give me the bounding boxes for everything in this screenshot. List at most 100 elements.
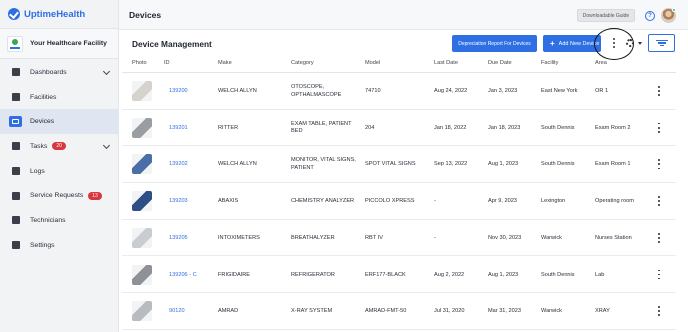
column-header-facility[interactable]: Facility (541, 60, 558, 66)
cell-category: REFRIGERATOR (291, 272, 335, 280)
device-photo[interactable] (132, 191, 152, 212)
column-header-last-date[interactable]: Last Date (434, 60, 458, 66)
device-id-link[interactable]: 90120 (169, 308, 185, 316)
cell-last-date: Jul 31, 2020 (434, 308, 465, 315)
cell-area: Nurses Station (595, 234, 632, 241)
sidebar-item-tasks[interactable]: Tasks 20 (0, 134, 119, 159)
column-header-id[interactable]: ID (164, 60, 170, 66)
sidebar-item-devices[interactable]: Devices (0, 109, 119, 135)
chevron-down-icon[interactable] (102, 67, 111, 76)
cell-category-line: X-RAY SYSTEM (291, 308, 333, 315)
table-row[interactable]: 139205 INTOXIMETERS BREATHALYZER RBT IV - Nov… (122, 220, 676, 257)
row-actions-icon[interactable] (657, 269, 661, 280)
cell-facility: South Dennis (541, 161, 575, 168)
column-settings-icon[interactable] (626, 39, 634, 47)
cell-last-date: Aug 24, 2022 (434, 88, 468, 94)
cell-due-date: Apr 9, 2023 (488, 198, 517, 205)
cell-facility: Warwick (541, 308, 562, 315)
sidebar-item-label: Tasks (30, 142, 48, 150)
device-id-link[interactable]: 139203 (169, 198, 188, 206)
sidebar-item-label: Facilities (30, 93, 57, 101)
help-icon[interactable]: ? (645, 11, 655, 21)
device-photo[interactable] (132, 154, 152, 175)
cell-category-line: BED (291, 128, 303, 135)
depreciation-report-button[interactable]: Depreciation Report For Devices (452, 35, 537, 52)
cell-area: Operating room (595, 198, 634, 205)
column-header-category[interactable]: Category (291, 60, 314, 66)
logs-icon (11, 167, 20, 176)
device-photo[interactable] (132, 81, 152, 101)
tasks-icon (11, 142, 20, 151)
cell-model: PICCOLO XPRESS (365, 198, 415, 205)
row-actions-icon[interactable] (657, 306, 661, 317)
cell-model: SPOT VITAL SIGNS (365, 161, 416, 168)
cell-category-line: OTOSCOPE, (291, 84, 325, 90)
table-row[interactable]: 139200 WELCH ALLYN OTOSCOPE, OPTHALMASCOPE 7… (122, 73, 676, 110)
device-photo[interactable] (132, 117, 152, 138)
cell-make: AMRAD (218, 308, 239, 315)
cell-make: FRIGIDAIRE (218, 271, 251, 278)
cell-category-line: OPTHALMASCOPE (291, 91, 342, 98)
cell-category: CHEMISTRY ANALYZER (291, 198, 354, 206)
device-id-link[interactable]: 139205 (169, 235, 188, 243)
downloadable-guide-button[interactable]: Downloadable Guide (577, 9, 635, 22)
filter-icon (655, 39, 668, 41)
row-actions-icon[interactable] (657, 122, 661, 133)
cell-model: 204 (365, 124, 375, 131)
cell-make: INTOXIMETERS (218, 234, 260, 241)
top-bar: Devices Downloadable Guide ? (119, 0, 688, 30)
uptime-logo-icon (8, 8, 20, 20)
row-actions-icon[interactable] (657, 159, 661, 170)
cell-due-date: Jan 18, 2023 (488, 124, 521, 131)
add-new-device-button[interactable]: + Add New Device (543, 35, 601, 52)
column-header-make[interactable]: Make (218, 60, 232, 66)
cell-due-date: Nov 30, 2023 (488, 234, 522, 241)
cell-facility: South Dennis (541, 124, 575, 131)
filter-icon-line (657, 42, 666, 44)
sidebar-item-dashboards[interactable]: Dashboards (0, 60, 119, 85)
sidebar-item-settings[interactable]: Settings (0, 233, 119, 258)
facility-switcher[interactable]: Your Healthcare Facility (0, 29, 118, 59)
cell-make: RITTER (218, 124, 239, 131)
sidebar-item-facilities[interactable]: Facilities (0, 85, 119, 110)
table-row[interactable]: 139201 RITTER EXAM TABLE, PATIENT BED 204 Jan… (122, 110, 676, 147)
clipboard-icon (11, 191, 20, 200)
device-photo[interactable] (132, 264, 152, 285)
device-id-link[interactable]: 139201 (169, 125, 188, 133)
table-row[interactable]: 139203 ABAXIS CHEMISTRY ANALYZER PICCOLO XP… (122, 183, 676, 220)
table-row[interactable]: 139202 WELCH ALLYN MONITOR, VITAL SIGNS, PA… (122, 146, 676, 184)
cell-model: RBT IV (365, 234, 383, 241)
sidebar-item-logs[interactable]: Logs (0, 159, 119, 184)
sidebar-item-technicians[interactable]: Technicians (0, 208, 119, 233)
sidebar: UptimeHealth Your Healthcare Facility Da… (0, 0, 119, 332)
row-actions-icon[interactable] (657, 86, 661, 96)
device-photo[interactable] (132, 301, 152, 322)
caret-down-icon[interactable] (638, 42, 642, 45)
chevron-down-icon[interactable] (102, 142, 111, 150)
count-badge: 13 (88, 191, 102, 200)
cell-model: 74710 (365, 88, 381, 94)
cell-last-date: - (434, 234, 436, 241)
device-id-link[interactable]: 139202 (169, 161, 188, 169)
row-actions-icon[interactable] (657, 196, 661, 207)
device-photo[interactable] (132, 227, 152, 248)
device-id-link[interactable]: 139206 - C (169, 272, 197, 280)
count-badge: 20 (52, 142, 66, 151)
column-header-area[interactable]: Area (595, 60, 607, 66)
sidebar-item-label: Logs (30, 167, 45, 175)
column-header-model[interactable]: Model (365, 60, 380, 66)
sidebar-item-service-requests[interactable]: Service Requests 13 (0, 183, 119, 208)
device-id-link[interactable]: 139200 (169, 88, 188, 96)
filter-button[interactable] (648, 34, 675, 52)
cell-facility: Warwick (541, 234, 562, 241)
cell-category: MONITOR, VITAL SIGNS, PATIENT (291, 157, 356, 172)
cell-category-line: REFRIGERATOR (291, 271, 335, 278)
cell-model: ERF177-BLACK (365, 271, 406, 278)
column-header-photo[interactable]: Photo (132, 60, 147, 66)
table-row[interactable]: 139206 - C FRIGIDAIRE REFRIGERATOR ERF177-B… (122, 257, 676, 294)
column-header-due-date[interactable]: Due Date (488, 60, 512, 66)
row-actions-icon[interactable] (657, 232, 661, 243)
brand[interactable]: UptimeHealth (0, 0, 118, 29)
sidebar-item-label: Service Requests (30, 192, 84, 200)
table-row[interactable]: 90120 AMRAD X-RAY SYSTEM AMRAD-FMT-50 Jul 31… (122, 293, 676, 330)
